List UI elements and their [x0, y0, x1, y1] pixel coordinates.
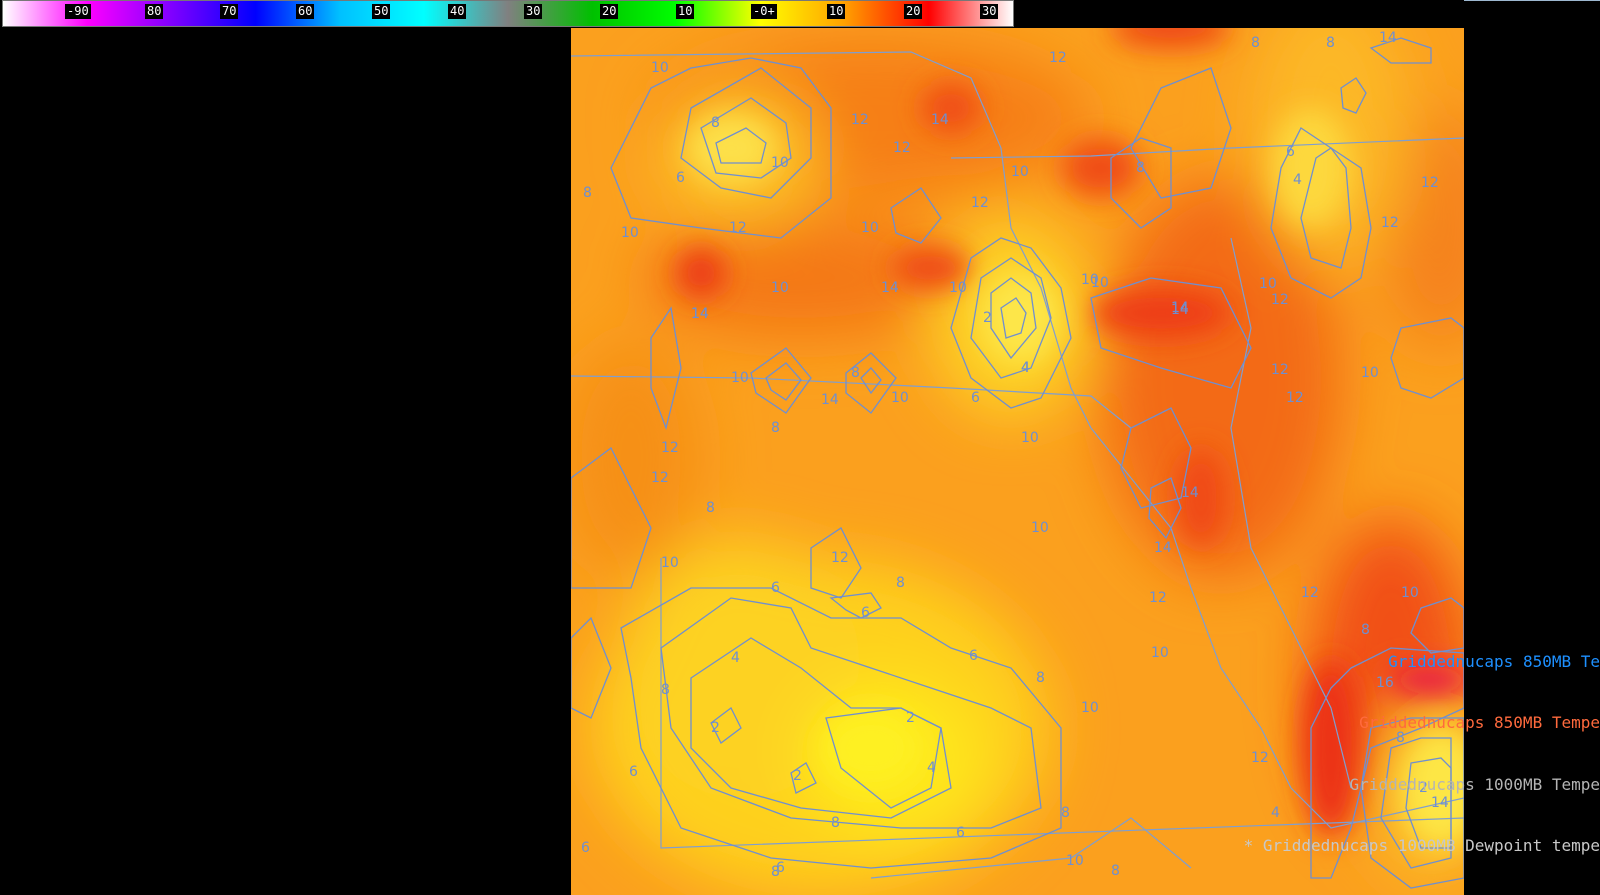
- contour-label: 8: [706, 500, 715, 516]
- contour-label: 12: [1149, 590, 1167, 606]
- contour-label: 14: [1181, 485, 1199, 501]
- contour-label: 10: [771, 280, 789, 296]
- contour-label: 10: [949, 280, 967, 296]
- contour-label: 6: [771, 580, 780, 596]
- legend-line-1[interactable]: Griddednucaps 850MB Te: [1244, 652, 1600, 673]
- contour-label: 8: [1061, 805, 1070, 821]
- contour-label: 6: [969, 648, 978, 664]
- contour-label: 8: [896, 575, 905, 591]
- contour-label: 8: [771, 420, 780, 436]
- contour-label: 10: [1091, 275, 1109, 291]
- frame-edge: [1464, 0, 1600, 1]
- color-scale-tick: 40: [448, 4, 467, 19]
- contour-label: 8: [1251, 35, 1260, 51]
- contour-label: 14: [1379, 30, 1397, 46]
- contour-label: 8: [583, 185, 592, 201]
- contour-label: 14: [931, 112, 949, 128]
- contour-label: 8: [711, 115, 720, 131]
- color-scale-tick: 50: [372, 4, 391, 19]
- contour-label: 12: [729, 220, 747, 236]
- color-scale-tick: 10: [676, 4, 695, 19]
- contour-label: 12: [831, 550, 849, 566]
- contour-label: 10: [1401, 585, 1419, 601]
- contour-label: 8: [1136, 160, 1145, 176]
- color-scale-tick: 60: [296, 4, 315, 19]
- contour-label: 10: [1259, 276, 1277, 292]
- color-scale-tick: 80: [145, 4, 164, 19]
- contour-label: 6: [676, 170, 685, 186]
- contour-label: 10: [1011, 164, 1029, 180]
- contour-label: 8: [661, 682, 670, 698]
- contour-label: 10: [1021, 430, 1039, 446]
- contour-label: 6: [971, 390, 980, 406]
- contour-label: 14: [1171, 302, 1189, 318]
- contour-label: 10: [651, 60, 669, 76]
- contour-label: 6: [581, 840, 590, 856]
- contour-label: 10: [1151, 645, 1169, 661]
- legend-line-2[interactable]: Griddednucaps 850MB Tempe: [1244, 713, 1600, 734]
- contour-label: 12: [1286, 390, 1304, 406]
- color-scale-tick: -0+: [751, 4, 777, 19]
- legend-line-4[interactable]: * Griddednucaps 1000MB Dewpoint tempe: [1244, 836, 1600, 857]
- color-scale-tick: 70: [220, 4, 239, 19]
- contour-label: 10: [1361, 365, 1379, 381]
- contour-label: 14: [821, 392, 839, 408]
- contour-label: 12: [1301, 585, 1319, 601]
- contour-label: 12: [661, 440, 679, 456]
- contour-label: 8: [831, 815, 840, 831]
- contour-label: 2: [983, 310, 992, 326]
- contour-label: 2: [906, 710, 915, 726]
- contour-label: 12: [971, 195, 989, 211]
- legend-line-3[interactable]: Griddednucaps 1000MB Tempe: [1244, 775, 1600, 796]
- contour-label: 10: [891, 390, 909, 406]
- contour-label: 12: [651, 470, 669, 486]
- color-scale-tick: 20: [904, 4, 923, 19]
- layer-legend: Griddednucaps 850MB Te Griddednucaps 850…: [1244, 611, 1600, 878]
- contour-label: 6: [1286, 144, 1295, 160]
- contour-label: 8: [851, 365, 860, 381]
- contour-label: 6: [776, 860, 785, 876]
- contour-label: 10: [731, 370, 749, 386]
- contour-label: 4: [1293, 172, 1302, 188]
- color-scale-tick: -90: [65, 4, 91, 19]
- contour-label: 12: [1049, 50, 1067, 66]
- contour-label: 10: [1066, 853, 1084, 869]
- contour-label: 4: [731, 650, 740, 666]
- contour-label: 12: [1421, 175, 1439, 191]
- contour-label: 10: [1081, 700, 1099, 716]
- color-scale-tick: 30: [980, 4, 999, 19]
- contour-label: 8: [1326, 35, 1335, 51]
- contour-label: 10: [661, 555, 679, 571]
- contour-label: 6: [629, 764, 638, 780]
- contour-label: 10: [621, 225, 639, 241]
- contour-label: 12: [1381, 215, 1399, 231]
- contour-label: 12: [893, 140, 911, 156]
- color-scale-tick: 20: [600, 4, 619, 19]
- contour-label: 12: [851, 112, 869, 128]
- color-scale-tick: 30: [524, 4, 543, 19]
- contour-label: 12: [1271, 292, 1289, 308]
- contour-label: 10: [861, 220, 879, 236]
- contour-label: 12: [1271, 362, 1289, 378]
- contour-label: 2: [711, 720, 720, 736]
- contour-label: 14: [881, 280, 899, 296]
- contour-label: 4: [927, 760, 936, 776]
- contour-label: 8: [1036, 670, 1045, 686]
- color-scale-tick: 10: [827, 4, 846, 19]
- contour-label: 8: [1111, 863, 1120, 879]
- contour-label: 10: [1031, 520, 1049, 536]
- contour-label: 14: [691, 306, 709, 322]
- contour-label: 14: [1154, 540, 1172, 556]
- contour-label: 4: [1021, 360, 1030, 376]
- contour-label: 6: [956, 825, 965, 841]
- color-scale-bar: -90 80 70 60 50 40 30 20 10 -0+ 10 20 30: [2, 0, 1014, 27]
- contour-label: 2: [793, 768, 802, 784]
- contour-label: 10: [771, 155, 789, 171]
- contour-label: 6: [861, 605, 870, 621]
